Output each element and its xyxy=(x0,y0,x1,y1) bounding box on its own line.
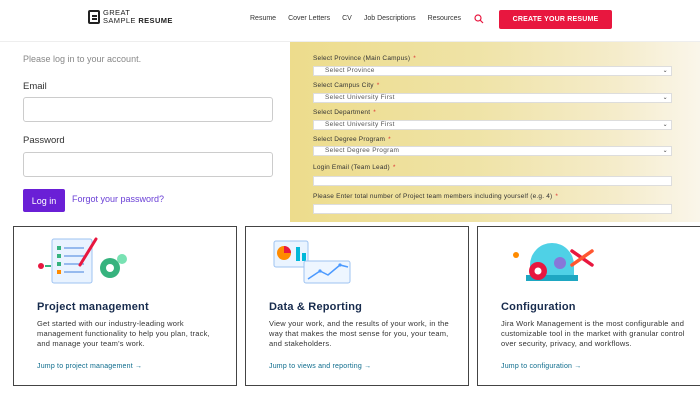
search-icon[interactable] xyxy=(474,14,484,24)
nav-item-cover-letters[interactable]: Cover Letters xyxy=(288,15,330,22)
card-title: Project management xyxy=(37,301,149,313)
card-data-reporting[interactable]: Data & Reporting View your work, and the… xyxy=(245,226,469,386)
chevron-down-icon: ⌄ xyxy=(662,68,668,74)
nav-item-cv[interactable]: CV xyxy=(342,15,352,22)
campus-city-select[interactable]: Select University First ⌄ xyxy=(313,93,672,103)
resume-logo-icon xyxy=(88,10,100,24)
site-logo[interactable]: GREAT SAMPLE RESUME xyxy=(88,9,173,25)
password-field[interactable] xyxy=(23,152,273,177)
department-label: Select Department * xyxy=(313,109,376,116)
gears-tools-icon xyxy=(513,243,594,281)
password-label: Password xyxy=(23,135,65,146)
project-registration-form: Select Province (Main Campus) * Select Pr… xyxy=(290,42,700,222)
degree-program-select[interactable]: Select Degree Program ⌄ xyxy=(313,146,672,156)
card-title: Data & Reporting xyxy=(269,301,363,313)
chevron-down-icon: ⌄ xyxy=(662,122,668,128)
card-project-management[interactable]: Project management Get started with our … xyxy=(13,226,237,386)
province-label: Select Province (Main Campus) * xyxy=(313,55,416,62)
chevron-down-icon: ⌄ xyxy=(662,95,668,101)
nav-item-job-descriptions[interactable]: Job Descriptions xyxy=(364,15,416,22)
chart-report-icon xyxy=(273,240,351,284)
card-description: View your work, and the results of your … xyxy=(269,319,449,348)
email-field[interactable] xyxy=(23,97,273,122)
nav-item-resources[interactable]: Resources xyxy=(428,15,461,22)
logo-line-2b: RESUME xyxy=(138,16,173,25)
team-lead-email-label: Login Email (Team Lead) * xyxy=(313,164,396,171)
email-label: Email xyxy=(23,81,47,92)
checklist-icon xyxy=(38,237,127,284)
degree-program-label: Select Degree Program * xyxy=(313,136,391,143)
card-description: Jira Work Management is the most configu… xyxy=(501,319,685,348)
card-title: Configuration xyxy=(501,301,576,313)
logo-line-2a: SAMPLE xyxy=(103,16,136,25)
main-nav: Resume Cover Letters CV Job Descriptions… xyxy=(250,15,461,22)
chevron-down-icon: ⌄ xyxy=(662,148,668,154)
card-link[interactable]: Jump to views and reporting → xyxy=(269,363,371,370)
team-members-label: Please Enter total number of Project tea… xyxy=(313,193,559,200)
card-link[interactable]: Jump to project management → xyxy=(37,363,142,370)
team-members-input[interactable] xyxy=(313,204,672,214)
department-select[interactable]: Select University First ⌄ xyxy=(313,120,672,130)
create-resume-button[interactable]: CREATE YOUR RESUME xyxy=(499,10,612,29)
login-panel: Please log in to your account. Email Pas… xyxy=(0,42,290,220)
forgot-password-link[interactable]: Forgot your password? xyxy=(72,194,164,204)
site-header: GREAT SAMPLE RESUME Resume Cover Letters… xyxy=(0,0,700,42)
nav-item-resume[interactable]: Resume xyxy=(250,15,276,22)
login-intro: Please log in to your account. xyxy=(23,54,142,64)
card-link[interactable]: Jump to configuration → xyxy=(501,363,581,370)
login-button[interactable]: Log in xyxy=(23,189,65,212)
campus-city-label: Select Campus City * xyxy=(313,82,380,89)
card-configuration[interactable]: Configuration Jira Work Management is th… xyxy=(477,226,700,386)
card-description: Get started with our industry-leading wo… xyxy=(37,319,210,348)
province-select[interactable]: Select Province ⌄ xyxy=(313,66,672,76)
team-lead-email-input[interactable] xyxy=(313,176,672,186)
